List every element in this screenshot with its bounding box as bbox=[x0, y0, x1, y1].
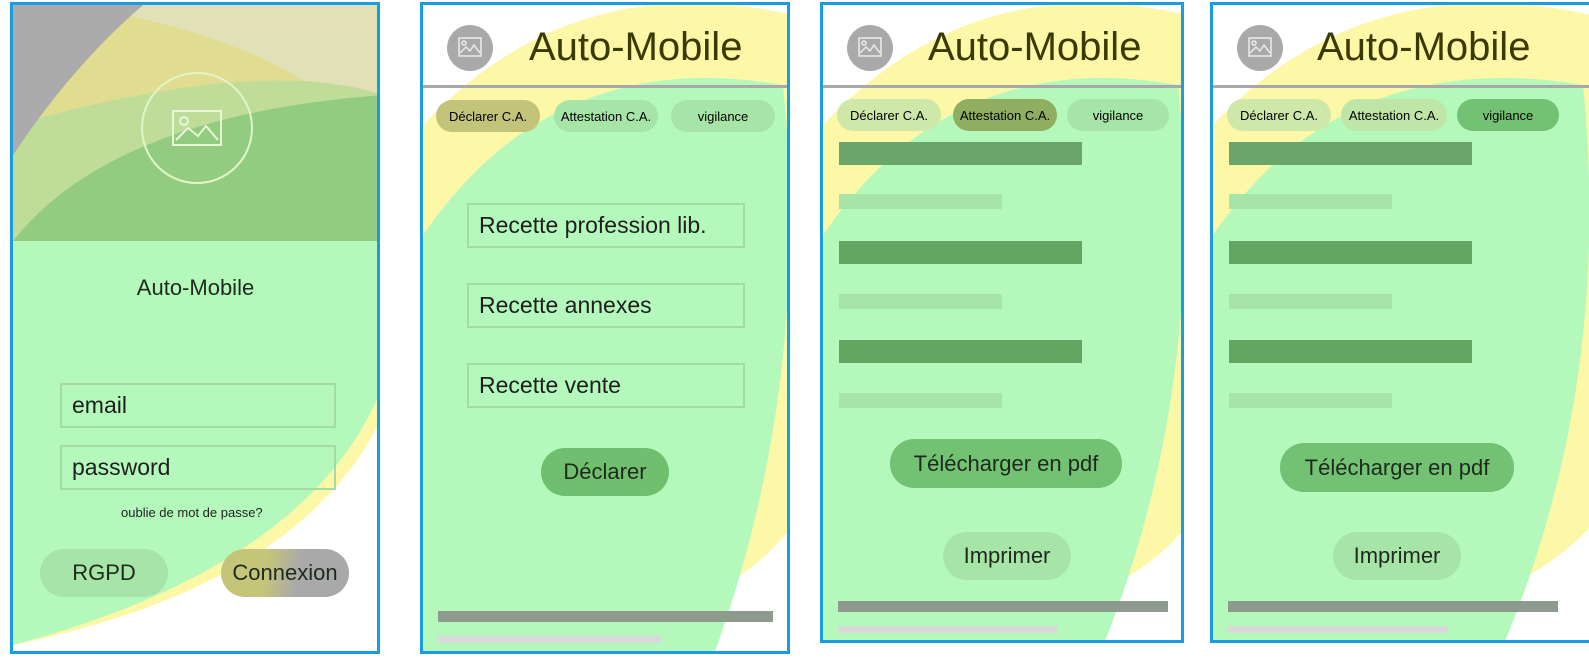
content-bar-3 bbox=[1229, 241, 1472, 264]
download-pdf-button[interactable]: Télécharger en pdf bbox=[890, 439, 1122, 488]
header-divider bbox=[823, 85, 1181, 88]
password-field[interactable]: password bbox=[60, 445, 336, 490]
footer-bar-dark bbox=[1228, 601, 1558, 612]
footer-bar-dark bbox=[438, 611, 773, 622]
tab-vigilance[interactable]: vigilance bbox=[1457, 99, 1559, 131]
tab-declarer[interactable]: Déclarer C.A. bbox=[436, 100, 540, 132]
forgot-password-link[interactable]: oublie de mot de passe? bbox=[121, 505, 263, 520]
field-recette-profession[interactable]: Recette profession lib. bbox=[467, 203, 745, 248]
app-logo bbox=[1237, 25, 1283, 71]
content-bar-2 bbox=[839, 194, 1002, 209]
app-title: Auto-Mobile bbox=[529, 25, 743, 69]
header-divider bbox=[1213, 85, 1589, 88]
tab-declarer[interactable]: Déclarer C.A. bbox=[837, 99, 941, 131]
login-screen: Auto-Mobile email password oublie de mot… bbox=[10, 2, 380, 654]
download-pdf-button[interactable]: Télécharger en pdf bbox=[1280, 443, 1514, 492]
tab-attestation[interactable]: Attestation C.A. bbox=[554, 100, 658, 132]
hero-logo bbox=[141, 72, 253, 184]
tab-vigilance[interactable]: vigilance bbox=[1067, 99, 1169, 131]
footer-bar-light bbox=[1228, 626, 1448, 633]
field-recette-vente[interactable]: Recette vente bbox=[467, 363, 745, 408]
vigilance-screen: Auto-Mobile Déclarer C.A. Attestation C.… bbox=[1210, 2, 1589, 643]
app-logo bbox=[847, 25, 893, 71]
attestation-screen: Auto-Mobile Déclarer C.A. Attestation C.… bbox=[820, 2, 1184, 643]
content-bar-1 bbox=[1229, 142, 1472, 165]
tab-attestation[interactable]: Attestation C.A. bbox=[1341, 99, 1447, 131]
image-placeholder-icon bbox=[858, 37, 882, 57]
content-bar-3 bbox=[839, 241, 1082, 264]
content-bar-1 bbox=[839, 142, 1082, 165]
print-button[interactable]: Imprimer bbox=[1333, 532, 1461, 580]
field-recette-annexes[interactable]: Recette annexes bbox=[467, 283, 745, 328]
login-button[interactable]: Connexion bbox=[221, 549, 349, 597]
declarer-button[interactable]: Déclarer bbox=[541, 448, 669, 496]
declare-screen: Auto-Mobile Déclarer C.A. Attestation C.… bbox=[420, 2, 790, 654]
content-bar-5 bbox=[839, 340, 1082, 363]
content-bar-6 bbox=[839, 393, 1002, 408]
app-title: Auto-Mobile bbox=[1317, 25, 1531, 69]
image-placeholder-icon bbox=[458, 37, 482, 57]
tab-attestation[interactable]: Attestation C.A. bbox=[953, 99, 1057, 131]
header-divider bbox=[423, 85, 787, 88]
image-placeholder-icon bbox=[172, 110, 222, 146]
print-button[interactable]: Imprimer bbox=[943, 532, 1071, 580]
content-bar-4 bbox=[839, 294, 1002, 309]
image-placeholder-icon bbox=[1248, 37, 1272, 57]
footer-bar-dark bbox=[838, 601, 1168, 612]
email-field[interactable]: email bbox=[60, 383, 336, 428]
content-bar-2 bbox=[1229, 194, 1392, 209]
tab-declarer[interactable]: Déclarer C.A. bbox=[1227, 99, 1331, 131]
app-title: Auto-Mobile bbox=[928, 25, 1142, 69]
content-bar-4 bbox=[1229, 294, 1392, 309]
footer-bar-light bbox=[438, 636, 661, 643]
content-bar-6 bbox=[1229, 393, 1392, 408]
footer-bar-light bbox=[838, 626, 1058, 633]
rgpd-button[interactable]: RGPD bbox=[40, 549, 168, 597]
app-title: Auto-Mobile bbox=[136, 275, 255, 300]
tab-vigilance[interactable]: vigilance bbox=[671, 100, 775, 132]
content-bar-5 bbox=[1229, 340, 1472, 363]
app-logo bbox=[447, 25, 493, 71]
